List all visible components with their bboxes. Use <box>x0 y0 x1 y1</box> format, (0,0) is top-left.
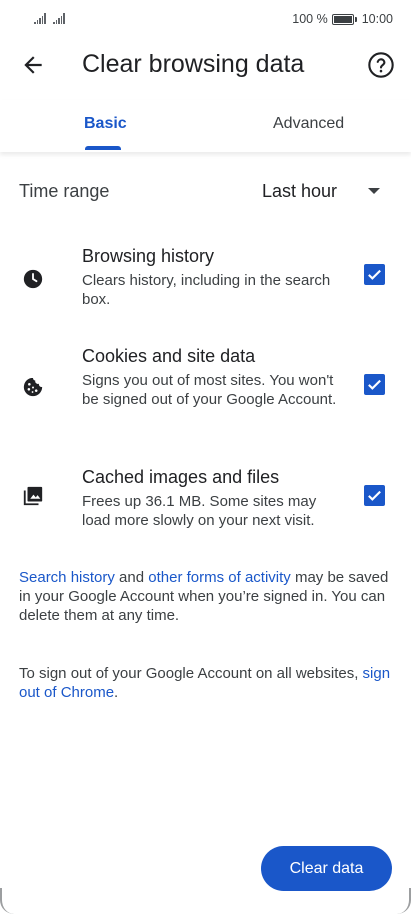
tab-basic[interactable]: Basic <box>84 115 127 133</box>
option-description: Frees up 36.1 MB. Some sites may load mo… <box>82 493 317 529</box>
checkbox-browsing-history[interactable] <box>364 264 385 285</box>
battery-text: 100 % <box>292 12 328 26</box>
clock-icon <box>23 269 43 289</box>
checkbox-cached-images[interactable] <box>364 485 385 506</box>
option-description: Clears history, including in the search … <box>82 272 331 308</box>
time-range-select[interactable]: Last hour <box>262 181 337 202</box>
other-activity-link[interactable]: other forms of activity <box>148 569 291 586</box>
signal-icon <box>52 13 65 24</box>
time-range-label: Time range <box>19 181 110 201</box>
tab-indicator <box>85 146 121 150</box>
info-text: To sign out of your Google Account on al… <box>19 665 363 682</box>
check-icon <box>368 379 381 390</box>
battery-icon <box>331 13 357 25</box>
info-text: . <box>114 684 119 701</box>
screen-corner <box>395 888 411 914</box>
option-title: Browsing history <box>82 246 215 266</box>
search-history-info: Search history and other forms of activi… <box>19 568 394 625</box>
option-title: Cached images and files <box>82 467 280 487</box>
page-title: Clear browsing data <box>82 50 305 78</box>
cookie-icon <box>23 377 43 397</box>
option-description: Signs you out of most sites. You won't b… <box>82 372 337 408</box>
search-history-link[interactable]: Search history <box>19 569 115 586</box>
app-bar: Clear browsing data <box>0 40 411 92</box>
clear-data-button[interactable]: Clear data <box>261 846 392 891</box>
time-range-row[interactable]: Time range Last hour <box>0 170 411 214</box>
info-text: and <box>114 569 149 586</box>
check-icon <box>368 269 381 280</box>
signal-icon <box>34 13 46 24</box>
status-right: 100 % 10:00 <box>292 12 393 26</box>
tab-bar: Basic Advanced <box>0 100 411 152</box>
option-title: Cookies and site data <box>82 346 256 366</box>
check-icon <box>368 490 381 501</box>
arrow-back-icon[interactable] <box>20 52 46 78</box>
sign-out-info: To sign out of your Google Account on al… <box>19 664 394 702</box>
dropdown-arrow-icon[interactable] <box>368 188 380 194</box>
screen-corner <box>0 888 16 914</box>
signals <box>34 13 65 24</box>
tab-advanced[interactable]: Advanced <box>273 115 344 133</box>
help-circle-icon[interactable] <box>367 51 395 79</box>
image-icon <box>23 486 43 506</box>
clock-time: 10:00 <box>361 12 393 26</box>
status-bar: 100 % 10:00 <box>0 0 411 40</box>
checkbox-cookies[interactable] <box>364 374 385 395</box>
